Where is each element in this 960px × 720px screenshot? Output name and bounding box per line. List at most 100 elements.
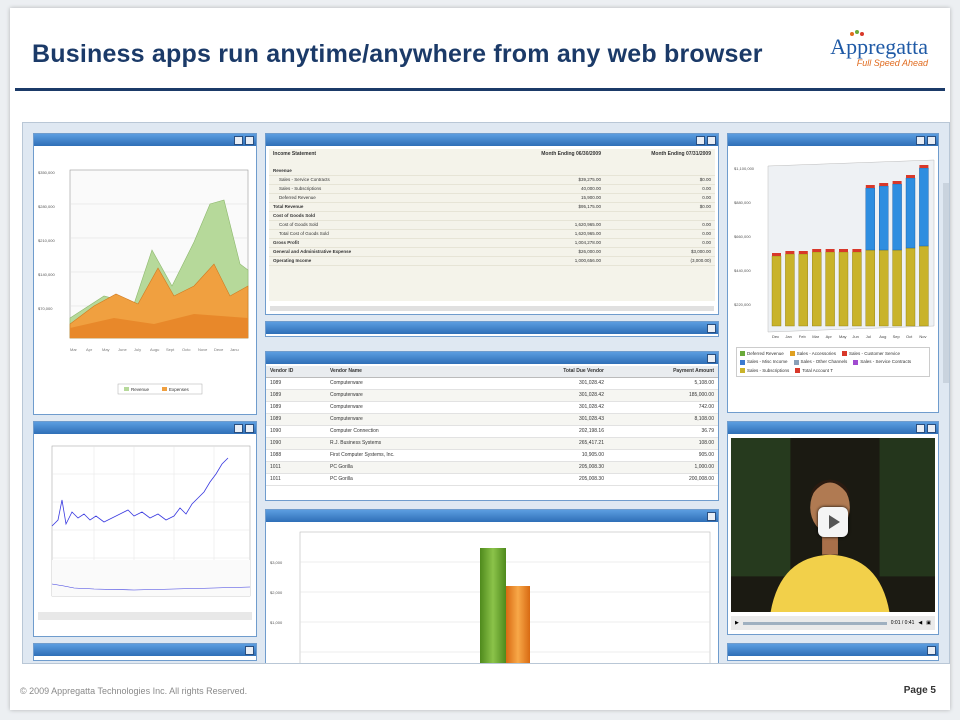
- minimize-icon[interactable]: [234, 424, 243, 433]
- maximize-icon[interactable]: [707, 354, 716, 363]
- vendor-column-header[interactable]: Vendor Name: [330, 366, 494, 377]
- maximize-icon[interactable]: [245, 424, 254, 433]
- maximize-icon[interactable]: [245, 136, 254, 145]
- table-cell: 301,028.42: [578, 404, 604, 410]
- table-row[interactable]: 1089 Computerware 301,028.42 5,108.00: [266, 378, 718, 390]
- vendor-column-header[interactable]: Total Due Vendor: [494, 366, 604, 377]
- income-cell: Revenue: [273, 168, 292, 173]
- vendor-column-header[interactable]: Vendor ID: [270, 366, 330, 377]
- table-cell: PC Gorilla: [330, 476, 353, 482]
- volume-icon[interactable]: ◀: [918, 620, 922, 626]
- income-cell: 0.00: [702, 231, 711, 236]
- bar-green: [480, 548, 506, 663]
- portlet-titlebar[interactable]: [728, 644, 938, 656]
- portlet-titlebar[interactable]: [34, 134, 256, 146]
- income-row: Cost of Goods Sold 1,620,965.00 0.00: [269, 221, 715, 230]
- maximize-icon[interactable]: [927, 136, 936, 145]
- stock-scrollbar[interactable]: [38, 612, 252, 620]
- table-cell: 1089: [270, 392, 282, 398]
- maximize-icon[interactable]: [927, 646, 936, 655]
- fullscreen-icon[interactable]: ▣: [926, 620, 931, 626]
- table-cell: 1089: [270, 404, 282, 410]
- svg-text:July: July: [134, 347, 141, 352]
- page-number: Page 5: [903, 685, 936, 696]
- income-cell: Total Cost of Goods Sold: [279, 231, 329, 236]
- table-row[interactable]: 1011 PC Gorilla 205,008.30 1,000.00: [266, 462, 718, 474]
- legend-revenue: Revenue: [131, 387, 150, 392]
- portlet-titlebar[interactable]: [266, 352, 718, 364]
- bar-chart: $3,000 $2,000 $1,000: [270, 531, 711, 663]
- table-cell: 265,417.21: [578, 440, 604, 446]
- income-cell: $39,275.00: [578, 177, 601, 182]
- table-row[interactable]: 1089 Computerware 301,028.43 8,108.00: [266, 414, 718, 426]
- income-cell: Sales - Subscriptions: [279, 186, 322, 191]
- minimize-icon[interactable]: [916, 136, 925, 145]
- month-label: Jan: [785, 334, 791, 339]
- portlet-titlebar[interactable]: [266, 134, 718, 146]
- page-scrollbar[interactable]: [943, 183, 949, 383]
- revenue-chart-portlet: $350,000 $280,000 $210,000 $140,000 $70,000 …: [33, 133, 257, 415]
- play-small-icon[interactable]: ▶: [735, 620, 739, 626]
- video-portlet: ▶ 0:01 / 0:41 ◀ ▣: [727, 421, 939, 635]
- restore-icon[interactable]: [707, 324, 716, 333]
- table-cell: 36.79: [701, 428, 714, 434]
- horizontal-scrollbar[interactable]: [270, 306, 714, 311]
- legend-item: Sales - Accessories: [789, 351, 836, 357]
- maximize-icon[interactable]: [707, 512, 716, 521]
- portlet-titlebar[interactable]: [728, 422, 938, 434]
- legend-item: Sales - Subscriptions: [740, 368, 789, 373]
- table-row[interactable]: 1088 First Computer Systems, Inc. 10,905.0…: [266, 450, 718, 462]
- table-cell: 1090: [270, 428, 282, 434]
- month-label: Jun: [852, 334, 858, 339]
- maximize-icon[interactable]: [707, 136, 716, 145]
- svg-text:Sept: Sept: [166, 347, 175, 352]
- portlet-titlebar[interactable]: [266, 510, 718, 522]
- income-row: Sales - Service Contracts $39,275.00 $0.00: [269, 176, 715, 185]
- income-cell: [521, 212, 601, 220]
- svg-text:$440,000: $440,000: [734, 268, 751, 273]
- svg-text:$880,000: $880,000: [734, 200, 751, 205]
- table-row[interactable]: 1089 Computerware 301,028.42 185,000.00: [266, 390, 718, 402]
- maximize-icon[interactable]: [245, 646, 254, 655]
- portlet-titlebar[interactable]: [728, 134, 938, 146]
- income-row: General and Administrative Expense $26,00…: [269, 248, 715, 257]
- table-row[interactable]: 1090 R.J. Business Systems 265,417.21 108.0…: [266, 438, 718, 450]
- table-cell: 205,008.30: [578, 476, 604, 482]
- portlet-titlebar[interactable]: [266, 322, 718, 334]
- play-button[interactable]: [818, 506, 848, 537]
- income-header: Income Statement: [273, 151, 317, 157]
- minimize-icon[interactable]: [696, 136, 705, 145]
- table-cell: 202,198.16: [578, 428, 604, 434]
- table-cell: 185,000.00: [688, 392, 714, 398]
- income-cell: 40,000.00: [580, 186, 601, 191]
- stacked-bar: [852, 249, 862, 327]
- slide: Business apps run anytime/anywhere from …: [10, 8, 950, 710]
- collapsed-portlet: [727, 643, 939, 661]
- slide-title: Business apps run anytime/anywhere from …: [32, 40, 763, 68]
- table-row[interactable]: 1089 Computerware 301,028.42 742.00: [266, 402, 718, 414]
- month-label: May: [839, 334, 847, 339]
- vendor-payments-portlet: Vendor ID Vendor Name Total Due Vendor Paym…: [265, 351, 719, 501]
- table-cell: Computerware: [330, 380, 363, 386]
- video-seek-bar[interactable]: [742, 621, 887, 625]
- portlet-titlebar[interactable]: [34, 644, 256, 656]
- portlet-titlebar[interactable]: [34, 422, 256, 434]
- income-cell: [521, 167, 601, 175]
- svg-text:June: June: [118, 347, 127, 352]
- video-controls: ▶ 0:01 / 0:41 ◀ ▣: [731, 616, 935, 630]
- table-cell: Computerware: [330, 392, 363, 398]
- vendor-column-header[interactable]: Payment Amount: [604, 366, 714, 377]
- minimize-icon[interactable]: [234, 136, 243, 145]
- revenue-area-chart: $350,000$280,000$210,000$140,000$70,000 …: [38, 169, 249, 395]
- legend-item: Sales - Service Contracts: [853, 359, 911, 365]
- table-cell: 301,028.42: [578, 392, 604, 398]
- income-cell: $0.00: [699, 204, 711, 209]
- table-row[interactable]: 1090 Computer Connection 202,198.16 36.79: [266, 426, 718, 438]
- table-cell: 10,905.00: [581, 452, 604, 458]
- svg-text:Augu: Augu: [150, 347, 159, 352]
- income-row: Cost of Goods Sold: [269, 212, 715, 221]
- minimize-icon[interactable]: [916, 424, 925, 433]
- video-frame[interactable]: [731, 438, 935, 612]
- maximize-icon[interactable]: [927, 424, 936, 433]
- table-row[interactable]: 1011 PC Gorilla 205,008.30 200,008.00: [266, 474, 718, 486]
